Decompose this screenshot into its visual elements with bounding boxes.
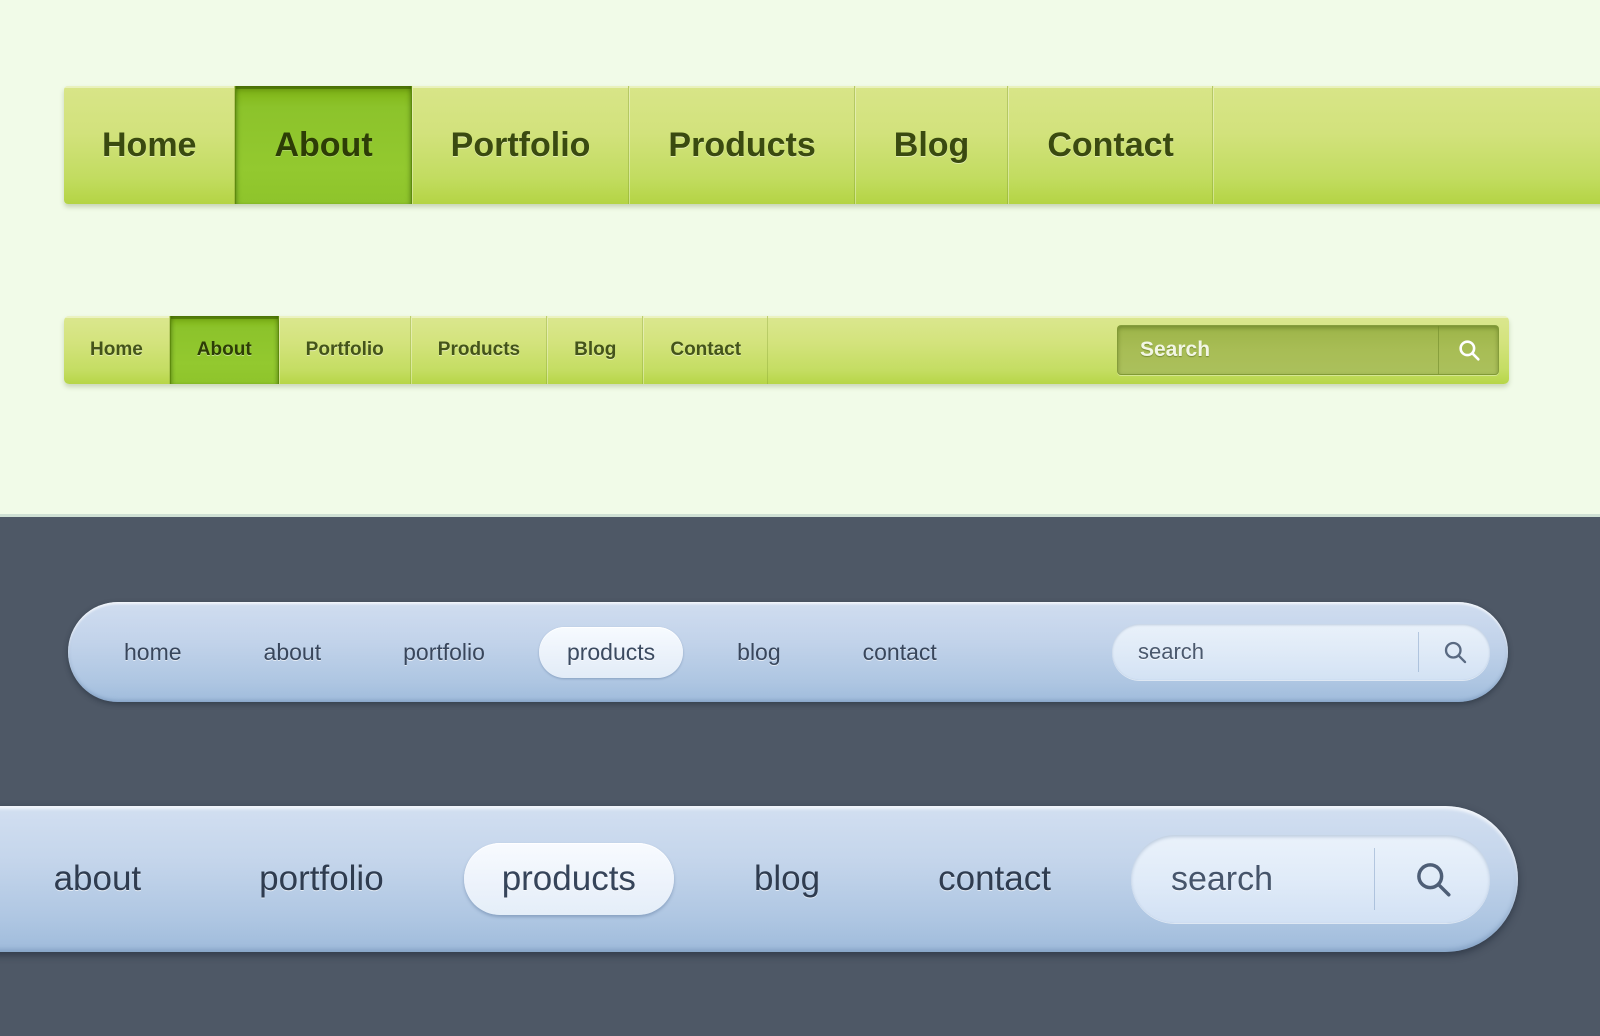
blue-medium-search-button[interactable] bbox=[1418, 632, 1490, 672]
blue-large-tab-portfolio-label: portfolio bbox=[259, 859, 384, 898]
green-small-tab-portfolio-label: Portfolio bbox=[305, 339, 384, 360]
green-large-tab-portfolio-label: Portfolio bbox=[450, 125, 591, 164]
green-small-tab-about-label: About bbox=[196, 339, 252, 360]
green-large-tab-products[interactable]: Products bbox=[629, 86, 855, 204]
green-small-spacer: Search bbox=[768, 316, 1509, 384]
blue-large-search-input[interactable]: search bbox=[1131, 860, 1374, 899]
green-small-tab-contact[interactable]: Contact bbox=[643, 316, 769, 384]
green-small-tab-portfolio[interactable]: Portfolio bbox=[278, 316, 411, 384]
blue-large-search-box[interactable]: search bbox=[1130, 835, 1490, 923]
search-icon bbox=[1441, 638, 1469, 666]
green-large-tab-about-label: About bbox=[274, 125, 373, 164]
blue-large-navbar: home about portfolio products blog conta… bbox=[0, 806, 1518, 952]
green-large-search-region[interactable] bbox=[1212, 86, 1600, 204]
blue-large-tab-about-label: about bbox=[53, 859, 142, 898]
green-small-navbar: Home About Portfolio Products Blog Conta… bbox=[64, 316, 1509, 384]
green-large-tab-home[interactable]: Home bbox=[64, 86, 236, 204]
green-large-tab-products-label: Products bbox=[668, 125, 816, 164]
blue-large-search-button[interactable] bbox=[1374, 848, 1490, 910]
blue-large-tab-about[interactable]: about bbox=[16, 843, 180, 915]
blue-medium-tab-portfolio[interactable]: portfolio bbox=[375, 627, 513, 678]
blue-medium-tab-home[interactable]: home bbox=[96, 627, 210, 678]
blue-medium-tab-about[interactable]: about bbox=[236, 627, 350, 678]
light-section: Home About Portfolio Products Blog Conta… bbox=[0, 0, 1600, 514]
blue-large-tab-products-label: products bbox=[501, 859, 636, 898]
blue-large-tab-blog-label: blog bbox=[753, 859, 821, 898]
dark-section bbox=[0, 514, 1600, 1036]
green-small-tab-home-label: Home bbox=[90, 339, 143, 360]
green-large-tab-about[interactable]: About bbox=[235, 86, 412, 204]
green-large-tab-contact-label: Contact bbox=[1047, 125, 1174, 164]
blue-large-tab-blog[interactable]: blog bbox=[716, 843, 858, 915]
blue-medium-tab-portfolio-label: portfolio bbox=[403, 638, 485, 665]
green-small-tab-blog-label: Blog bbox=[574, 339, 617, 360]
blue-medium-search-box[interactable]: search bbox=[1112, 624, 1490, 680]
search-icon bbox=[1411, 857, 1455, 901]
blue-medium-tab-blog[interactable]: blog bbox=[709, 627, 808, 678]
blue-large-tab-products[interactable]: products bbox=[463, 843, 674, 915]
green-large-navbar: Home About Portfolio Products Blog Conta… bbox=[64, 86, 1600, 204]
blue-medium-tab-products[interactable]: products bbox=[538, 626, 684, 678]
green-small-tab-products[interactable]: Products bbox=[410, 316, 548, 384]
blue-medium-navbar: home about portfolio products blog conta… bbox=[68, 602, 1508, 702]
green-large-tab-portfolio[interactable]: Portfolio bbox=[411, 86, 630, 204]
blue-medium-tab-about-label: about bbox=[263, 638, 322, 665]
green-large-tab-blog-label: Blog bbox=[893, 125, 970, 164]
green-small-tab-products-label: Products bbox=[437, 339, 521, 360]
blue-medium-tab-products-label: products bbox=[566, 638, 656, 665]
blue-medium-tab-blog-label: blog bbox=[737, 638, 781, 665]
green-large-tab-blog[interactable]: Blog bbox=[854, 86, 1009, 204]
green-small-search-button[interactable] bbox=[1438, 326, 1498, 374]
green-small-search-box[interactable]: Search bbox=[1117, 325, 1499, 375]
blue-medium-tab-home-label: home bbox=[124, 638, 182, 665]
green-small-tab-home[interactable]: Home bbox=[64, 316, 170, 384]
blue-large-tab-contact-label: contact bbox=[938, 859, 1051, 898]
green-small-tab-about[interactable]: About bbox=[169, 316, 279, 384]
blue-medium-tab-contact-label: contact bbox=[862, 638, 937, 665]
green-large-tab-contact[interactable]: Contact bbox=[1008, 86, 1213, 204]
search-icon bbox=[1456, 337, 1482, 363]
blue-large-tab-portfolio[interactable]: portfolio bbox=[221, 843, 422, 915]
blue-medium-search-input[interactable]: search bbox=[1112, 639, 1418, 665]
green-small-tab-contact-label: Contact bbox=[670, 339, 742, 360]
blue-medium-tab-contact[interactable]: contact bbox=[835, 627, 965, 678]
blue-large-tab-contact[interactable]: contact bbox=[900, 843, 1089, 915]
green-large-tab-home-label: Home bbox=[102, 125, 197, 164]
green-small-tab-blog[interactable]: Blog bbox=[547, 316, 644, 384]
green-small-search-input[interactable]: Search bbox=[1118, 338, 1438, 362]
